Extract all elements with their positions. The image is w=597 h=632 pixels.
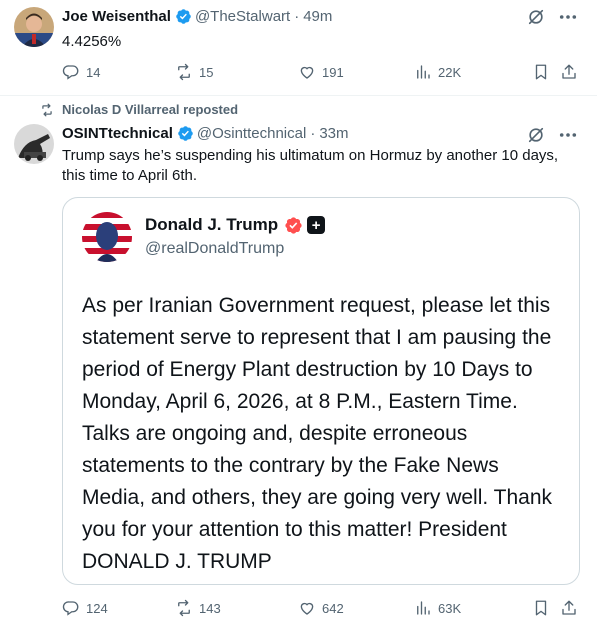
share-icon	[562, 600, 576, 615]
avatar[interactable]	[14, 7, 54, 47]
views-icon	[417, 601, 430, 615]
like-icon	[300, 66, 314, 79]
reply-count: 14	[86, 64, 101, 80]
action-bar: 124 143 642 63K	[62, 598, 577, 618]
views-count: 22K	[438, 64, 462, 80]
views-button[interactable]: 22K	[414, 63, 461, 81]
separator-dot: ·	[294, 8, 300, 25]
more-icon[interactable]	[559, 126, 577, 144]
bookmark-icon	[535, 64, 547, 80]
timestamp[interactable]: 49m	[303, 8, 332, 25]
tweet-joe-weisenthal[interactable]: Joe Weisenthal @TheStalwart · 49m 4.4256…	[0, 0, 597, 96]
views-icon	[417, 65, 430, 79]
quoted-avatar[interactable]	[82, 212, 132, 262]
author-name[interactable]: Joe Weisenthal	[62, 8, 171, 25]
reply-icon	[62, 65, 79, 80]
tweet-text: 4.4256%	[62, 33, 122, 50]
tweet-osinttechnical[interactable]: Nicolas D Villarreal reposted OSINTtechn…	[0, 96, 597, 632]
grok-icon[interactable]	[527, 126, 545, 144]
separator-dot: ·	[310, 125, 316, 142]
like-icon	[300, 602, 314, 615]
plus-badge: +	[307, 216, 326, 234]
quoted-post-text: As per Iranian Government request, pleas…	[82, 294, 553, 573]
reposted-by-label: Nicolas D Villarreal reposted	[62, 102, 239, 117]
truth-verified-icon	[284, 216, 303, 235]
more-icon[interactable]	[559, 8, 577, 26]
like-button[interactable]: 191	[298, 63, 344, 81]
share-button[interactable]	[560, 63, 578, 81]
repost-icon	[42, 103, 52, 116]
repost-button[interactable]: 15	[175, 63, 213, 81]
reposted-by[interactable]: Nicolas D Villarreal reposted	[40, 102, 238, 117]
like-button[interactable]: 642	[298, 599, 344, 617]
reply-icon	[62, 601, 79, 616]
bookmark-button[interactable]	[532, 63, 550, 81]
author-handle[interactable]: @Osinttechnical	[197, 125, 306, 142]
bookmark-icon	[535, 600, 547, 616]
share-icon	[562, 64, 576, 79]
timestamp[interactable]: 33m	[319, 125, 348, 142]
like-count: 191	[322, 64, 344, 80]
verified-badge-icon	[175, 8, 192, 25]
bookmark-button[interactable]	[532, 599, 550, 617]
author-handle[interactable]: @TheStalwart	[195, 8, 290, 25]
repost-count: 15	[199, 64, 214, 80]
action-bar: 14 15 191 22K	[62, 62, 577, 82]
tweet-text: Trump says he’s suspending his ultimatum…	[62, 147, 559, 184]
repost-icon	[178, 63, 190, 81]
like-count: 642	[322, 600, 344, 616]
quoted-author-name[interactable]: Donald J. Trump	[145, 215, 278, 235]
reply-count: 124	[86, 600, 108, 616]
quoted-author-handle[interactable]: @realDonaldTrump	[145, 240, 284, 258]
repost-icon	[178, 599, 190, 617]
author-name[interactable]: OSINTtechnical	[62, 125, 173, 142]
share-button[interactable]	[560, 599, 578, 617]
views-count: 63K	[438, 600, 462, 616]
repost-count: 143	[199, 600, 221, 616]
avatar[interactable]	[14, 124, 54, 164]
verified-badge-icon	[177, 125, 194, 142]
views-button[interactable]: 63K	[414, 599, 461, 617]
repost-button[interactable]: 143	[175, 599, 221, 617]
reply-button[interactable]: 124	[62, 599, 108, 617]
quoted-post-card[interactable]: Donald J. Trump + @realDonaldTrump As pe…	[62, 197, 580, 585]
grok-icon[interactable]	[527, 8, 545, 26]
reply-button[interactable]: 14	[62, 63, 100, 81]
